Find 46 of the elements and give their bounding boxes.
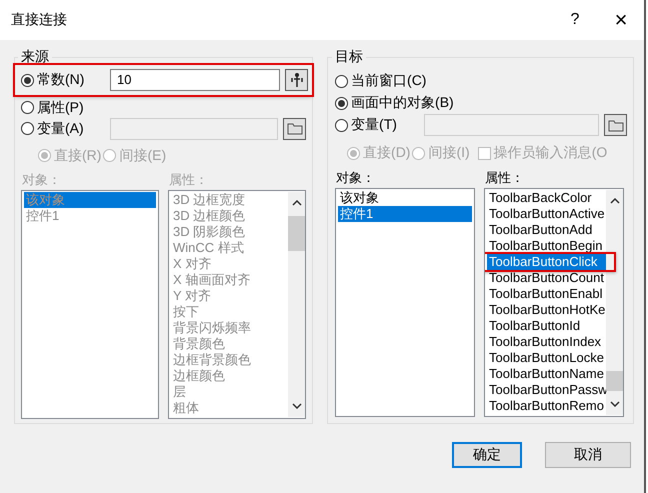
list-item[interactable]: ToolbarButtonClick	[487, 254, 606, 270]
radio-label[interactable]: 变量(T)	[351, 116, 397, 134]
ok-button[interactable]: 确定	[452, 442, 522, 468]
scroll-up-icon[interactable]	[292, 200, 302, 206]
list-item[interactable]: ToolbarButtonRemo	[487, 398, 606, 414]
help-button[interactable]: ?	[552, 0, 598, 40]
list-label: 属性：	[169, 170, 210, 189]
list-item[interactable]: ToolbarButtonCount	[487, 270, 606, 286]
list-item[interactable]: 该对象	[338, 190, 472, 206]
scroll-down-icon[interactable]	[610, 401, 620, 407]
folder-icon	[286, 122, 303, 136]
list-item[interactable]: ToolbarButtonId	[487, 318, 606, 334]
radio-button[interactable]	[335, 118, 348, 132]
group-title: 来源	[20, 48, 50, 66]
group-title: 目标	[334, 48, 364, 66]
scrollbar[interactable]	[606, 190, 624, 415]
list-item[interactable]: ToolbarButtonLocke	[487, 350, 606, 366]
list-item[interactable]: ToolbarButtonPassw	[487, 382, 606, 398]
folder-icon	[608, 118, 624, 132]
scroll-down-icon[interactable]	[292, 402, 302, 409]
tag-field[interactable]	[424, 114, 599, 136]
list-item[interactable]: ToolbarButtonName	[487, 366, 606, 382]
list-item[interactable]: ToolbarButtonEnabl	[487, 286, 606, 302]
cancel-button[interactable]: 取消	[545, 442, 631, 468]
browse-button[interactable]	[604, 114, 627, 136]
scroll-up-icon[interactable]	[610, 198, 620, 204]
pointer-icon	[290, 72, 304, 88]
scroll-thumb[interactable]	[288, 216, 306, 251]
radio-label[interactable]: 画面中的对象(B)	[351, 94, 454, 112]
list-label: 属性：	[485, 169, 526, 187]
radio-button[interactable]	[335, 96, 348, 110]
radio-button[interactable]	[335, 74, 348, 88]
list-label: 对象：	[22, 170, 62, 189]
window-title: 直接连接	[11, 11, 68, 29]
list-item[interactable]: ToolbarButtonActive	[487, 206, 606, 222]
list-item[interactable]: ToolbarButtonIndex	[487, 334, 606, 350]
close-button[interactable]: ×	[598, 0, 644, 40]
scroll-thumb[interactable]	[606, 371, 624, 391]
list-item[interactable]: ToolbarButtonBegin	[487, 238, 606, 254]
list-item[interactable]: ToolbarButtonAdd	[487, 222, 606, 238]
list-item[interactable]: ToolbarBackColor	[487, 190, 606, 206]
radio-label[interactable]: 当前窗口(C)	[351, 72, 426, 90]
list-item[interactable]: 控件1	[338, 206, 472, 222]
scrollbar[interactable]	[288, 192, 306, 417]
list-label: 对象：	[336, 169, 376, 187]
list-item[interactable]: ToolbarButtonHotKe	[487, 302, 606, 318]
